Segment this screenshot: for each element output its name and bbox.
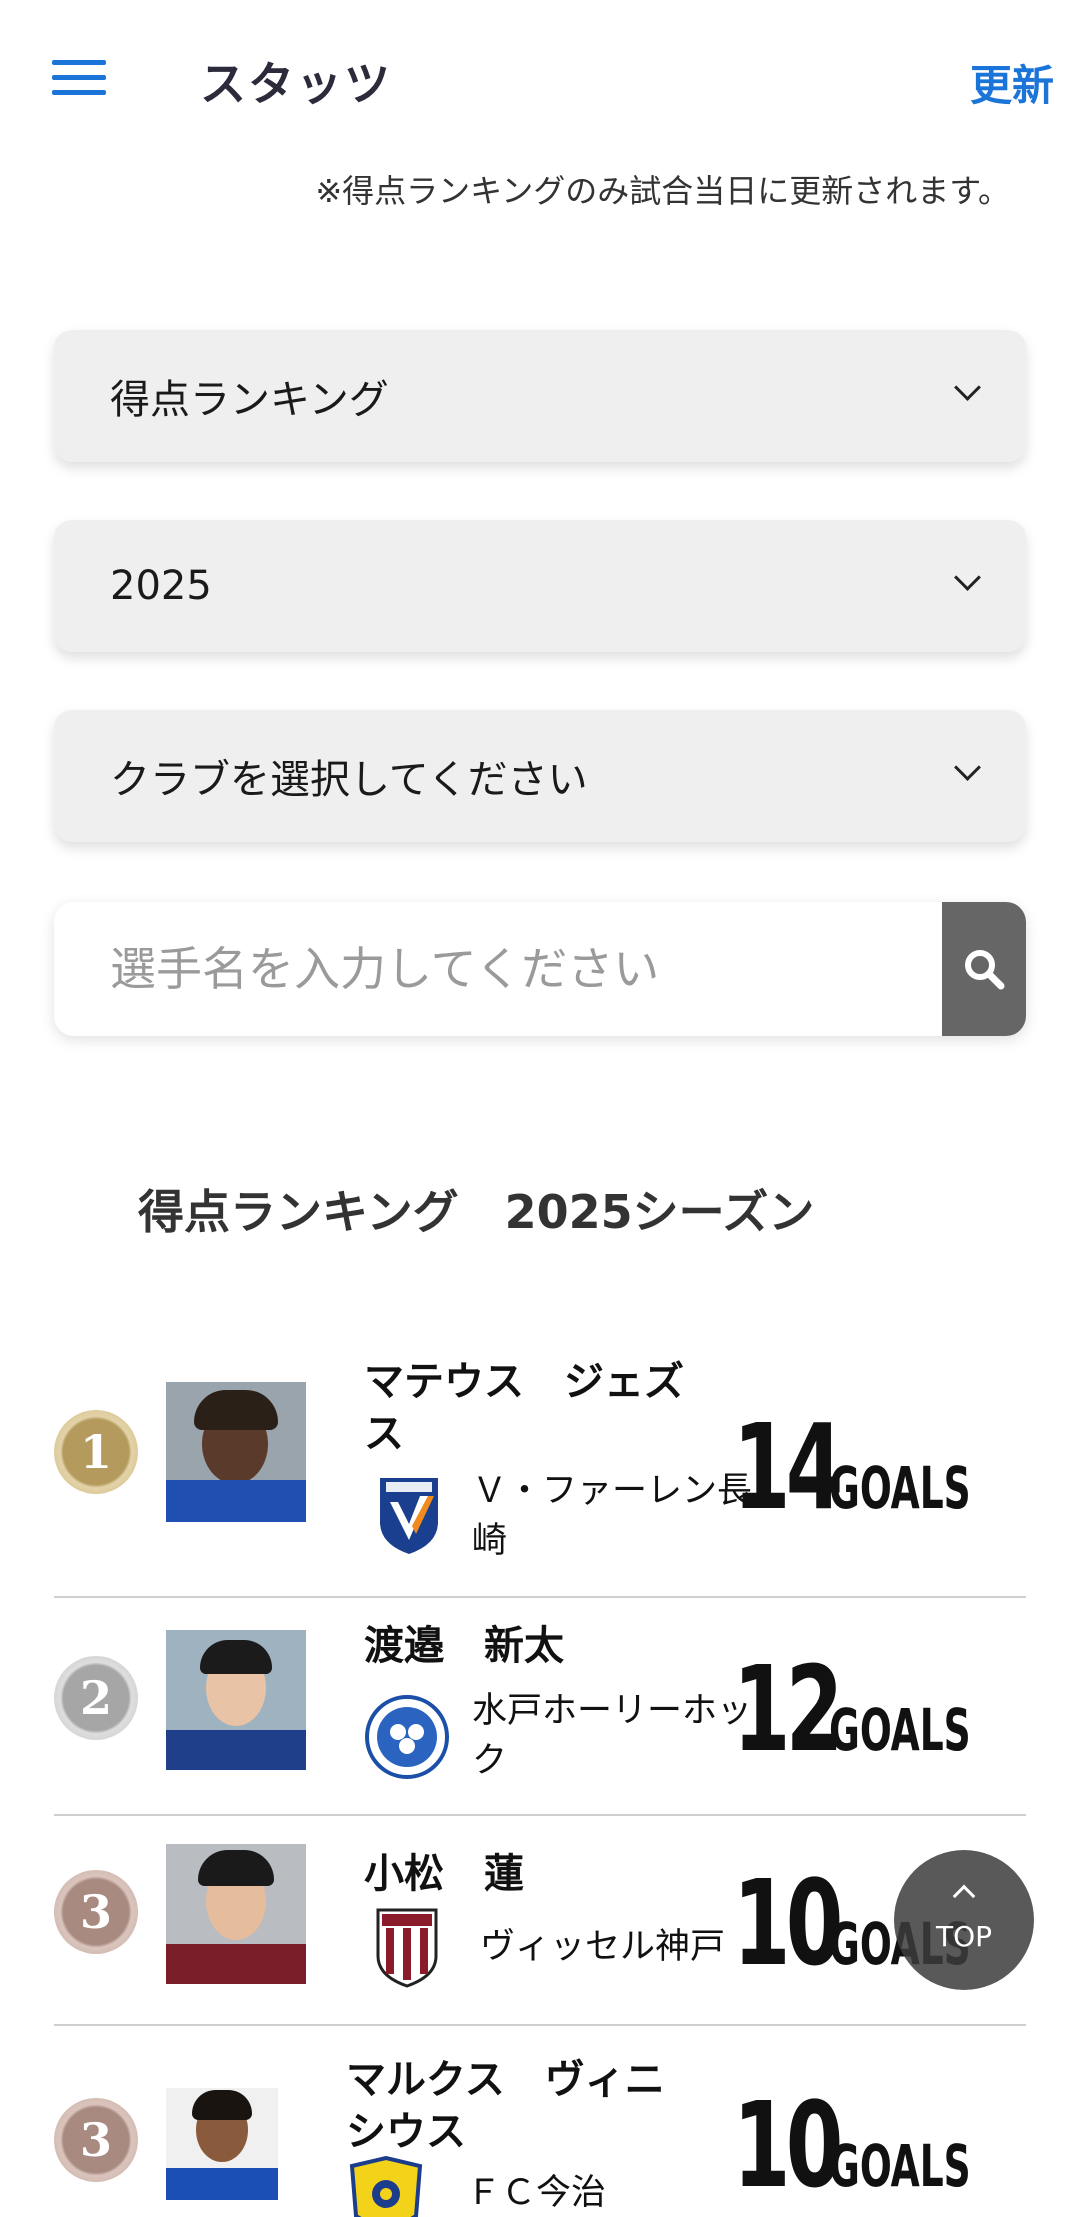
page-title: スタッツ [200,57,392,111]
goal-count: 10GOALS [703,2076,1026,2214]
chevron-up-icon [952,1884,976,1908]
search-button[interactable] [942,902,1026,1036]
rank-medal: 3 [54,1870,138,1954]
club-crest-icon [349,2156,423,2217]
goal-number: 10 [733,1854,844,1992]
ranking-row[interactable]: 3 小松 蓮 ヴィッセル神戸 10GOALS [54,1816,1026,2026]
rank-number: 3 [79,1885,112,1939]
rank-number: 1 [79,1425,112,1479]
player-name: 渡邉 新太 [364,1623,564,1669]
ranking-row[interactable]: 3 マルクス ヴィニシウス ＦＣ今治 10GOALS [54,2026,1026,2217]
rank-medal: 3 [54,2098,138,2182]
club-crest-icon [365,1695,449,1779]
player-photo [166,1844,306,1984]
goal-unit: GOALS [829,1696,971,1764]
club-crest-icon [380,1478,438,1554]
player-name: マルクス ヴィニシウス [346,2057,665,2155]
update-notice: ※得点ランキングのみ試合当日に更新されます。 [315,172,1010,210]
scroll-top-button[interactable]: TOP [894,1850,1034,1990]
section-title: 得点ランキング 2025シーズン [138,1185,815,1239]
app-header: スタッツ 更新 [0,0,1080,160]
player-name: マテウス ジェズス [364,1359,684,1457]
rank-medal: 2 [54,1656,138,1740]
ranking-row[interactable]: 2 渡邉 新太 水戸ホーリーホック 12GOALS [54,1598,1026,1816]
rank-number: 2 [79,1671,112,1725]
player-search-input[interactable] [54,902,942,1036]
player-search [54,902,1026,1036]
hamburger-menu-icon[interactable] [52,58,106,98]
season-select[interactable]: 2025 [54,520,1026,652]
rank-medal: 1 [54,1410,138,1494]
season-value: 2025 [110,563,212,609]
ranking-type-select[interactable]: 得点ランキング [54,330,1026,462]
goal-number: 10 [733,2076,844,2214]
scroll-top-label: TOP [935,1920,993,1953]
ranking-type-value: 得点ランキング [110,377,389,423]
chevron-down-icon [954,566,982,594]
goal-unit: GOALS [829,2132,971,2200]
club-value: クラブを選択してください [110,757,588,803]
chevron-down-icon [954,376,982,404]
club-select[interactable]: クラブを選択してください [54,710,1026,842]
goal-count: 14GOALS [703,1398,1026,1536]
search-icon [965,950,1005,990]
goal-unit: GOALS [829,1454,971,1522]
goal-number: 12 [733,1640,844,1778]
chevron-down-icon [954,756,982,784]
refresh-button[interactable]: 更新 [970,52,1054,113]
player-photo [166,1630,306,1770]
player-photo [166,1382,306,1522]
ranking-row[interactable]: 1 マテウス ジェズス Ｖ・ファーレン長崎 14GOALS [54,1340,1026,1598]
player-photo [166,2088,278,2200]
goal-number: 14 [733,1398,844,1536]
goal-count: 12GOALS [703,1640,1026,1778]
rank-number: 3 [79,2113,112,2167]
club-crest-icon [376,1908,438,1988]
player-name: 小松 蓮 [364,1851,524,1897]
